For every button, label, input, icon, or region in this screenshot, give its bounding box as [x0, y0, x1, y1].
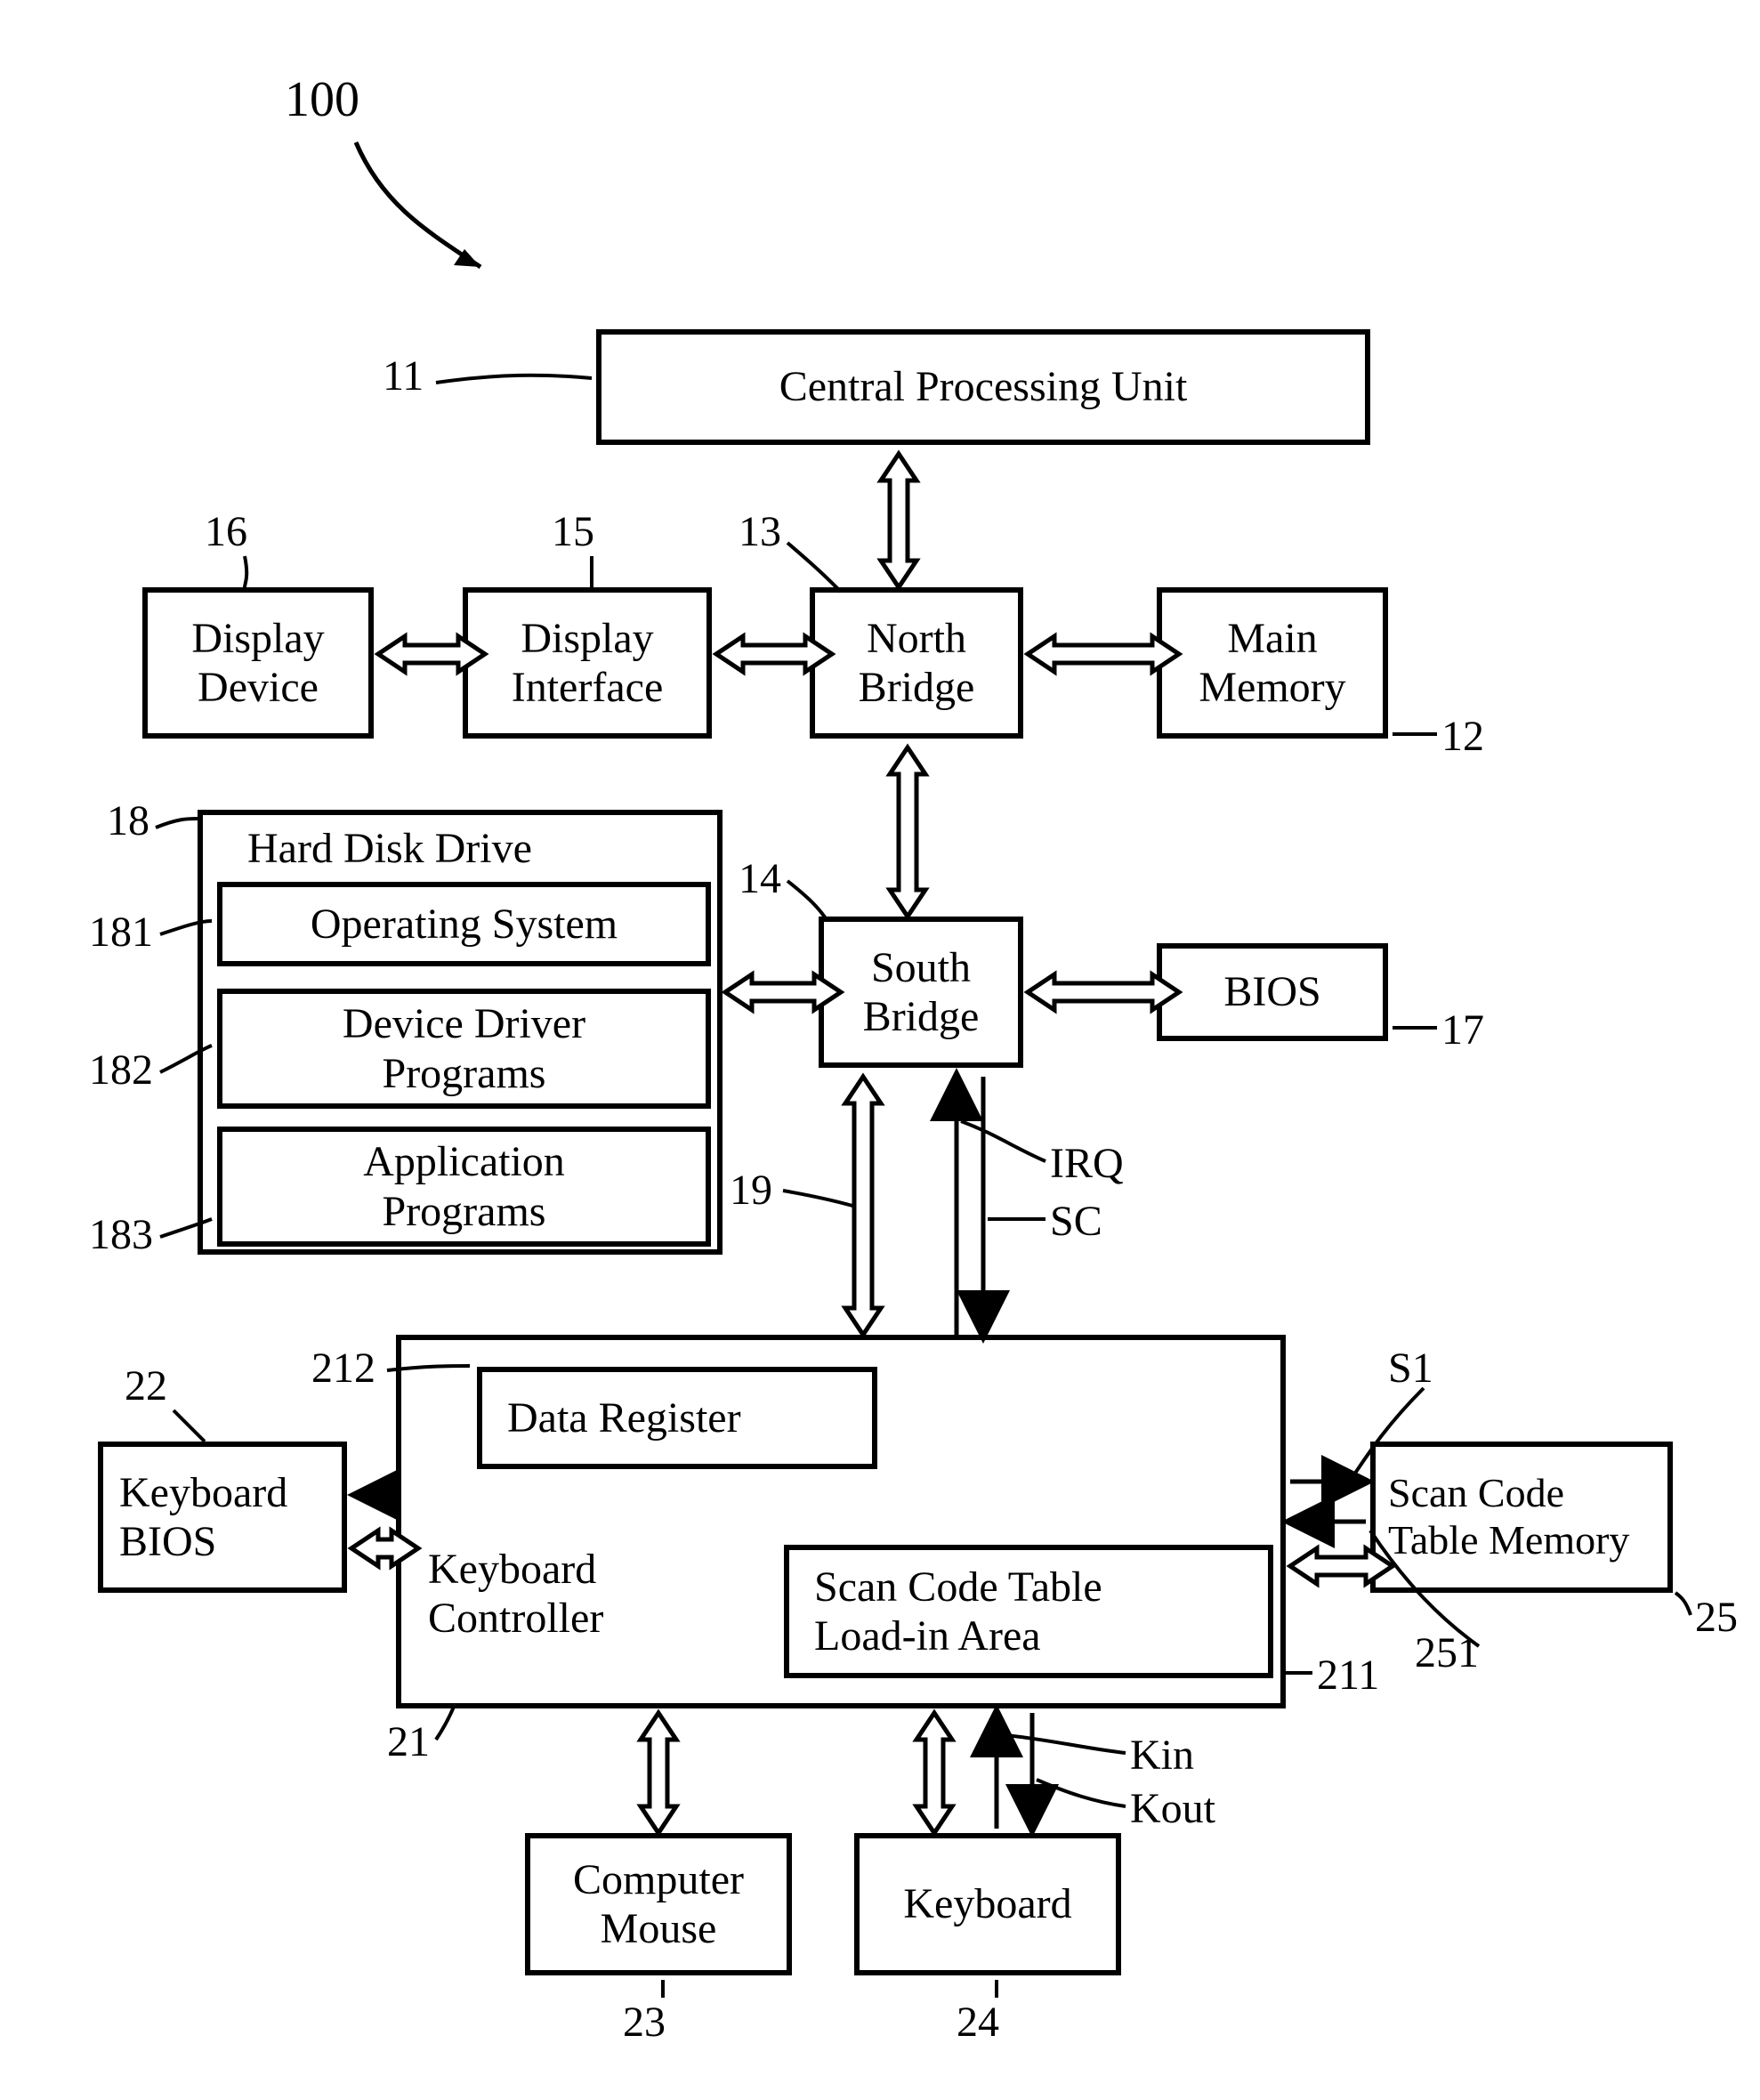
- sct-mem-text: Scan Code Table Memory: [1388, 1470, 1629, 1564]
- hdd-drv-text: Device Driver Programs: [343, 999, 585, 1097]
- mouse-ref: 23: [623, 1998, 666, 2047]
- kbc-loadin-block: Scan Code Table Load-in Area: [784, 1545, 1273, 1678]
- display-device-text: Display Device: [191, 614, 324, 712]
- sct-mem-ref: 25: [1695, 1593, 1738, 1642]
- display-interface-ref: 15: [552, 507, 594, 556]
- keyboard-ref: 24: [957, 1998, 999, 2047]
- main-memory-text: Main Memory: [1199, 614, 1345, 712]
- cpu-block: Central Processing Unit: [596, 329, 1370, 445]
- figure-ref-label: 100: [285, 71, 359, 128]
- north-bridge-text: North Bridge: [859, 614, 975, 712]
- kbc-loadin-text: Scan Code Table Load-in Area: [814, 1563, 1102, 1660]
- kbc-datareg-block: Data Register: [477, 1367, 877, 1469]
- hdd-os-text: Operating System: [311, 900, 618, 949]
- hdd-drv-block: Device Driver Programs: [217, 989, 711, 1109]
- hdd-os-block: Operating System: [217, 882, 711, 966]
- south-bridge-ref: 14: [739, 854, 781, 903]
- hdd-ref: 18: [107, 796, 149, 845]
- hdd-title: Hard Disk Drive: [247, 824, 532, 873]
- hdd-block: Hard Disk Drive Operating System Device …: [198, 810, 723, 1255]
- irq-label: IRQ: [1050, 1139, 1124, 1188]
- kb-bios-text: Keyboard BIOS: [119, 1468, 287, 1566]
- cpu-ref: 11: [383, 351, 424, 400]
- kin-label: Kin: [1130, 1731, 1194, 1780]
- kbc-ref: 21: [387, 1717, 430, 1766]
- kout-label: Kout: [1130, 1784, 1215, 1833]
- kbc-loadin-ref: 211: [1317, 1651, 1379, 1700]
- display-device-block: Display Device: [142, 587, 374, 739]
- kbc-title: Keyboard Controller: [428, 1545, 603, 1643]
- hdd-app-block: Application Programs: [217, 1127, 711, 1247]
- display-interface-text: Display Interface: [512, 614, 664, 712]
- keyboard-text: Keyboard: [903, 1879, 1071, 1928]
- north-bridge-block: North Bridge: [810, 587, 1023, 739]
- south-bridge-block: South Bridge: [819, 917, 1023, 1068]
- cpu-text: Central Processing Unit: [779, 362, 1188, 411]
- keyboard-block: Keyboard: [854, 1833, 1121, 1975]
- bios-block: BIOS: [1157, 943, 1388, 1041]
- display-device-ref: 16: [205, 507, 247, 556]
- mouse-block: Computer Mouse: [525, 1833, 792, 1975]
- display-interface-block: Display Interface: [463, 587, 712, 739]
- kbc-block: Data Register Keyboard Controller Scan C…: [396, 1335, 1286, 1708]
- main-memory-ref: 12: [1441, 712, 1484, 761]
- main-memory-block: Main Memory: [1157, 587, 1388, 739]
- sct-mem-inner-ref: 251: [1415, 1628, 1479, 1677]
- sct-mem-block: Scan Code Table Memory: [1370, 1442, 1673, 1593]
- south-bridge-text: South Bridge: [863, 943, 980, 1041]
- kbc-datareg-text: Data Register: [507, 1393, 741, 1442]
- mouse-text: Computer Mouse: [573, 1855, 744, 1953]
- hdd-app-ref: 183: [89, 1210, 153, 1259]
- hdd-os-ref: 181: [89, 908, 153, 957]
- s1-label: S1: [1388, 1344, 1433, 1393]
- north-bridge-ref: 13: [739, 507, 781, 556]
- hdd-drv-ref: 182: [89, 1046, 153, 1094]
- hdd-app-text: Application Programs: [363, 1137, 565, 1235]
- bus-ref: 19: [730, 1166, 772, 1215]
- bios-text: BIOS: [1223, 967, 1320, 1016]
- kb-bios-ref: 22: [125, 1361, 167, 1410]
- bios-ref: 17: [1441, 1006, 1484, 1054]
- kb-bios-block: Keyboard BIOS: [98, 1442, 347, 1593]
- kbc-datareg-ref: 212: [311, 1344, 375, 1393]
- sc-label: SC: [1050, 1197, 1102, 1246]
